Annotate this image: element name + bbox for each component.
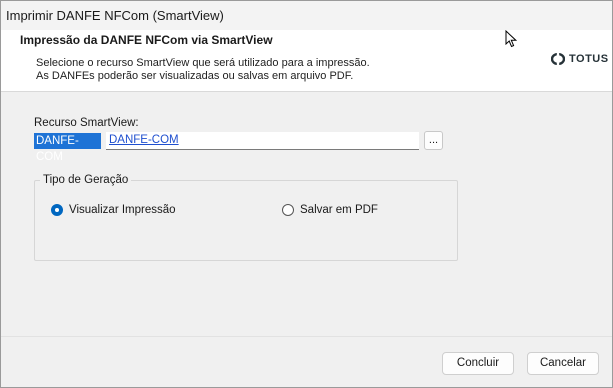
logo-wordmark: TOTUS	[569, 53, 609, 65]
generation-type-group	[34, 180, 458, 261]
lookup-button[interactable]: ...	[424, 131, 443, 150]
footer-divider	[1, 336, 612, 337]
header-panel: Impressão da DANFE NFCom via SmartView S…	[1, 30, 612, 92]
header-title: Impressão da DANFE NFCom via SmartView	[20, 33, 273, 47]
mouse-pointer-icon	[505, 30, 517, 48]
cancelar-button-label: Cancelar	[539, 357, 587, 369]
concluir-button-label: Concluir	[456, 357, 500, 369]
header-description-line2: As DANFEs poderão ser visualizadas ou sa…	[36, 70, 354, 82]
radio-salvar-pdf[interactable]: Salvar em PDF	[282, 204, 378, 216]
radio-label: Visualizar Impressão	[69, 204, 176, 216]
resource-description-field: DANFE-COM	[106, 132, 419, 150]
resource-label: Recurso SmartView:	[34, 117, 139, 129]
window-title: Imprimir DANFE NFCom (SmartView)	[6, 8, 224, 23]
totvs-logo: TOTUS	[551, 53, 609, 65]
cancelar-button[interactable]: Cancelar	[527, 352, 599, 375]
radio-label: Salvar em PDF	[300, 204, 378, 216]
header-description-line1: Selecione o recurso SmartView que será u…	[36, 57, 370, 69]
title-bar[interactable]: Imprimir DANFE NFCom (SmartView)	[1, 1, 612, 30]
radio-checked-icon	[51, 204, 63, 216]
dialog-window: Imprimir DANFE NFCom (SmartView) Impress…	[0, 0, 613, 388]
totvs-logo-icon	[551, 53, 565, 65]
resource-description-link[interactable]: DANFE-COM	[109, 134, 179, 146]
resource-code-input[interactable]: DANFE-COM	[34, 133, 101, 163]
radio-unchecked-icon	[282, 204, 294, 216]
radio-visualizar-impressao[interactable]: Visualizar Impressão	[51, 204, 176, 216]
generation-type-legend: Tipo de Geração	[40, 174, 132, 186]
concluir-button[interactable]: Concluir	[442, 352, 514, 375]
